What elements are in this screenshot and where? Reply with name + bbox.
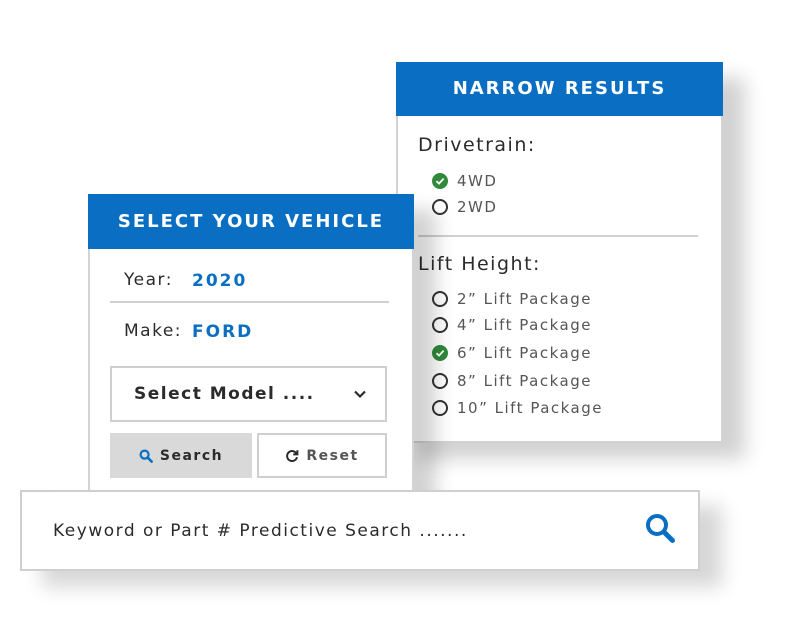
drivetrain-option-2wd[interactable]: 2WD	[432, 197, 497, 217]
model-select[interactable]: Select Model ....	[110, 366, 387, 422]
select-vehicle-title: SELECT YOUR VEHICLE	[88, 194, 414, 249]
refresh-icon	[286, 449, 299, 462]
chevron-down-icon	[353, 384, 367, 404]
option-label: 10” Lift Package	[457, 399, 603, 417]
drivetrain-label: Drivetrain:	[418, 134, 536, 156]
lift-option-8in[interactable]: 8” Lift Package	[432, 371, 592, 391]
radio-icon	[432, 373, 448, 389]
keyword-search-input[interactable]: Keyword or Part # Predictive Search ....…	[53, 521, 468, 541]
option-label: 4WD	[457, 172, 498, 190]
reset-button[interactable]: Reset	[257, 433, 387, 478]
search-button[interactable]: Search	[110, 433, 252, 478]
option-label: 6” Lift Package	[457, 344, 592, 362]
select-vehicle-panel: SELECT YOUR VEHICLE Year: 2020 Make: FOR…	[88, 194, 414, 499]
option-label: 4” Lift Package	[457, 316, 592, 334]
model-select-placeholder: Select Model ....	[134, 384, 315, 404]
section-divider	[418, 235, 698, 237]
lift-option-10in[interactable]: 10” Lift Package	[432, 398, 603, 418]
year-value[interactable]: 2020	[192, 271, 247, 291]
drivetrain-option-4wd[interactable]: 4WD	[432, 171, 497, 191]
option-label: 8” Lift Package	[457, 372, 592, 390]
lift-option-4in[interactable]: 4” Lift Package	[432, 315, 592, 335]
search-button-label: Search	[159, 447, 224, 464]
search-icon	[139, 448, 153, 463]
search-icon[interactable]	[644, 512, 676, 549]
radio-icon	[432, 400, 448, 416]
field-divider	[110, 301, 389, 303]
radio-icon	[432, 199, 448, 215]
radio-icon	[432, 291, 448, 307]
narrow-results-title: NARROW RESULTS	[396, 62, 723, 116]
option-label: 2” Lift Package	[457, 290, 592, 308]
radio-icon	[432, 317, 448, 333]
year-label: Year:	[124, 270, 173, 290]
checked-radio-icon	[432, 345, 448, 361]
reset-button-label: Reset	[306, 447, 359, 464]
lift-height-label: Lift Height:	[418, 253, 541, 275]
lift-option-2in[interactable]: 2” Lift Package	[432, 289, 592, 309]
checked-radio-icon	[432, 173, 448, 189]
make-label: Make:	[124, 321, 183, 341]
make-value[interactable]: FORD	[192, 322, 253, 342]
option-label: 2WD	[457, 198, 498, 216]
narrow-results-panel: NARROW RESULTS Drivetrain: 4WD 2WD Lift …	[396, 62, 723, 443]
lift-option-6in[interactable]: 6” Lift Package	[432, 343, 592, 363]
keyword-search-bar[interactable]: Keyword or Part # Predictive Search ....…	[20, 490, 700, 571]
